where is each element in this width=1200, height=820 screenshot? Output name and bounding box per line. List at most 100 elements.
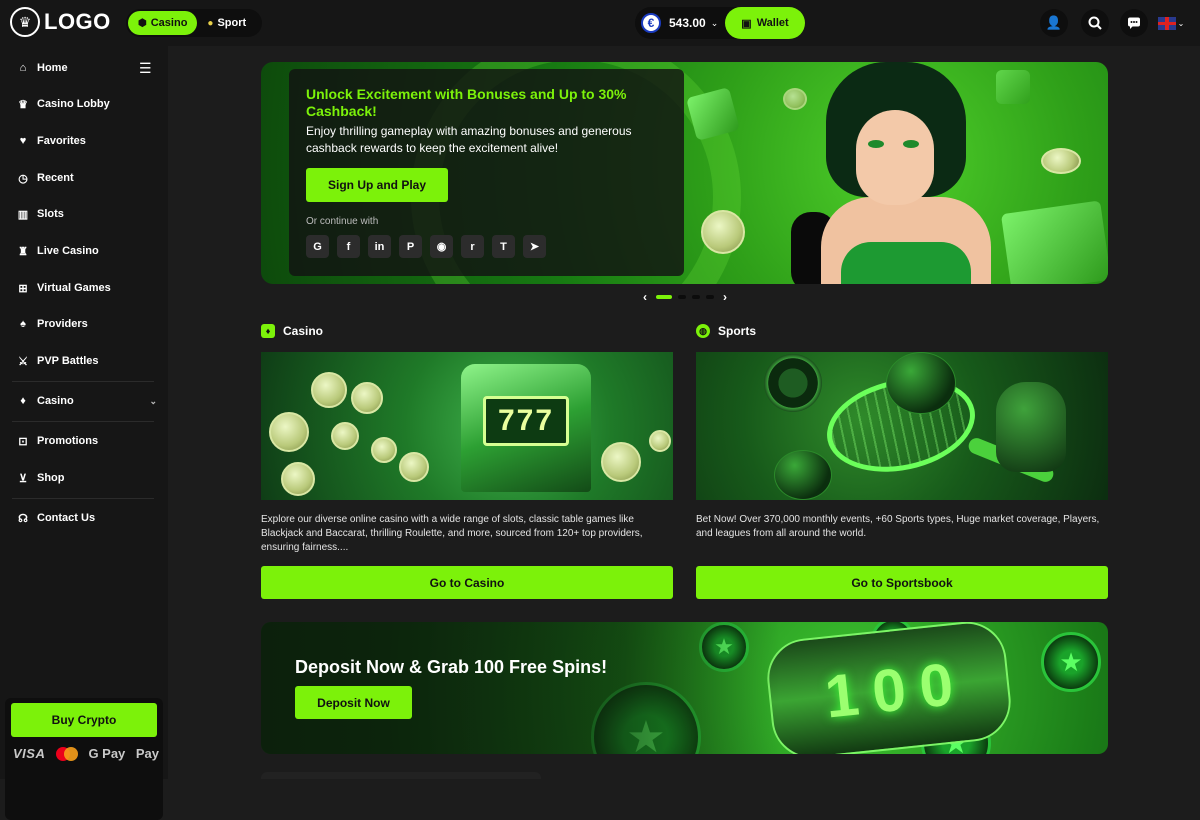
carousel-dot[interactable] bbox=[656, 295, 672, 299]
language-selector[interactable]: ⌄ bbox=[1156, 9, 1186, 37]
search-icon[interactable] bbox=[1081, 9, 1109, 37]
carousel-dot[interactable] bbox=[678, 295, 686, 299]
go-to-casino-button[interactable]: Go to Casino bbox=[261, 566, 673, 599]
toggle-sport[interactable]: ● Sport bbox=[197, 11, 256, 35]
hero-subtitle: Enjoy thrilling gameplay with amazing bo… bbox=[306, 124, 632, 155]
sidebar-item-label: Slots bbox=[37, 208, 64, 220]
coin-image bbox=[311, 372, 347, 408]
coin-image bbox=[351, 382, 383, 414]
sidebar-item-contact-us[interactable]: ☊ Contact Us bbox=[17, 508, 157, 528]
divider bbox=[12, 498, 154, 499]
chevron-down-icon: ⌄ bbox=[149, 395, 157, 406]
ball-image bbox=[774, 450, 832, 500]
slot-reel-image: 1 0 0 bbox=[763, 622, 1015, 754]
top-bar: ♛ LOGO ⬢ Casino ● Sport € 543.00 ⌄ ▣ Wal… bbox=[0, 0, 1200, 46]
sidebar-item-slots[interactable]: ▥ Slots bbox=[17, 204, 157, 224]
buy-crypto-button[interactable]: Buy Crypto bbox=[11, 703, 157, 737]
continue-with-label: Or continue with bbox=[306, 216, 379, 227]
soccer-ball-image bbox=[886, 352, 956, 414]
sidebar-item-label: Casino Lobby bbox=[37, 98, 110, 110]
sidebar-item-label: Favorites bbox=[37, 135, 86, 147]
character-dress bbox=[841, 242, 971, 284]
toggle-casino-label: Casino bbox=[150, 17, 188, 29]
deposit-now-button[interactable]: Deposit Now bbox=[295, 686, 412, 719]
chevron-right-icon[interactable]: › bbox=[720, 290, 730, 304]
headset-icon: ☊ bbox=[18, 512, 28, 525]
chevron-left-icon[interactable]: ‹ bbox=[640, 290, 650, 304]
sidebar-item-virtual-games[interactable]: ⊞ Virtual Games bbox=[17, 278, 157, 298]
google-pay-logo: G Pay bbox=[88, 746, 126, 761]
sidebar-item-casino-group[interactable]: ♦ Casino ⌄ bbox=[17, 391, 157, 411]
sidebar-item-label: Contact Us bbox=[37, 512, 96, 524]
mastercard-logo-icon bbox=[55, 746, 78, 761]
boxing-glove-image bbox=[996, 382, 1066, 472]
toggle-casino[interactable]: ⬢ Casino bbox=[128, 11, 198, 35]
casino-description: Explore our diverse online casino with a… bbox=[261, 514, 643, 553]
character-eye bbox=[903, 140, 919, 148]
sidebar-item-favorites[interactable]: ♥ Favorites bbox=[17, 131, 157, 151]
reel-digit: 1 bbox=[821, 659, 862, 731]
balance-amount[interactable]: 543.00 bbox=[669, 16, 706, 30]
star-coin-icon: ★ bbox=[1041, 632, 1101, 692]
reel-digit: 0 bbox=[868, 654, 910, 726]
sports-promo-image[interactable] bbox=[696, 352, 1108, 500]
facebook-icon[interactable]: f bbox=[337, 235, 360, 258]
sidebar-item-label: Casino bbox=[37, 395, 74, 407]
reddit-icon[interactable]: r bbox=[461, 235, 484, 258]
casino-section-heading: ♦ Casino bbox=[261, 324, 323, 338]
carousel-dot[interactable] bbox=[692, 295, 700, 299]
hero-title: Unlock Excitement with Bonuses and Up to… bbox=[306, 86, 627, 119]
apple-pay-logo: Pay bbox=[135, 746, 159, 761]
balance-box: € 543.00 ⌄ ▣ Wallet bbox=[635, 7, 805, 39]
sidebar-item-live-casino[interactable]: ♜ Live Casino bbox=[17, 241, 157, 261]
coin-image bbox=[649, 430, 671, 452]
sidebar-item-casino-lobby[interactable]: ♛ Casino Lobby bbox=[17, 94, 157, 114]
sidebar-item-label: Virtual Games bbox=[37, 282, 111, 294]
chevron-down-icon[interactable]: ⌄ bbox=[711, 18, 719, 29]
sidebar-item-providers[interactable]: ♠ Providers bbox=[17, 314, 157, 334]
sports-section-heading: ◍ Sports bbox=[696, 324, 756, 338]
sign-up-button[interactable]: Sign Up and Play bbox=[306, 168, 448, 202]
dice-icon: ⬢ bbox=[138, 17, 147, 29]
twitch-icon[interactable]: T bbox=[492, 235, 515, 258]
cart-icon: ⊻ bbox=[18, 472, 28, 485]
user-icon[interactable]: 👤 bbox=[1040, 9, 1068, 37]
coin-image bbox=[399, 452, 429, 482]
deposit-banner: ★ ★ ★ ★ ★ 1 0 0 Deposit Now & Grab 100 F… bbox=[261, 622, 1108, 754]
coin-image bbox=[601, 442, 641, 482]
sidebar-item-label: Live Casino bbox=[37, 245, 99, 257]
cards-icon: ♦ bbox=[261, 324, 275, 338]
crown-logo-icon: ♛ bbox=[10, 7, 40, 37]
sidebar-item-shop[interactable]: ⊻ Shop bbox=[17, 468, 157, 488]
google-icon[interactable]: G bbox=[306, 235, 329, 258]
toggle-sport-label: Sport bbox=[217, 17, 247, 29]
sidebar-item-promotions[interactable]: ⊡ Promotions bbox=[17, 431, 157, 451]
chat-icon[interactable] bbox=[1120, 9, 1148, 37]
discord-icon[interactable]: ◉ bbox=[430, 235, 453, 258]
sidebar-item-pvp-battles[interactable]: ⚔ PVP Battles bbox=[17, 351, 157, 371]
chevron-down-icon: ⌄ bbox=[1177, 18, 1185, 28]
buy-crypto-panel: Buy Crypto VISA G Pay Pay bbox=[5, 698, 163, 820]
sidebar-item-recent[interactable]: ◷ Recent bbox=[17, 168, 157, 188]
heart-icon: ♥ bbox=[19, 135, 27, 147]
dealer-icon: ♜ bbox=[18, 245, 28, 258]
cards-icon: ♦ bbox=[20, 395, 26, 407]
swords-icon: ⚔ bbox=[18, 355, 28, 368]
wallet-button[interactable]: ▣ Wallet bbox=[725, 7, 805, 39]
linkedin-icon[interactable]: in bbox=[368, 235, 391, 258]
carousel-dot[interactable] bbox=[706, 295, 714, 299]
site-logo[interactable]: ♛ LOGO bbox=[10, 7, 111, 37]
sidebar: ☰ ⌂ Home ♛ Casino Lobby ♥ Favorites ◷ Re… bbox=[0, 46, 168, 820]
sidebar-item-label: Shop bbox=[37, 472, 65, 484]
go-to-sportsbook-button[interactable]: Go to Sportsbook bbox=[696, 566, 1108, 599]
coin-image bbox=[331, 422, 359, 450]
casino-promo-image[interactable]: 777 bbox=[261, 352, 673, 500]
telegram-icon[interactable]: ➤ bbox=[523, 235, 546, 258]
patreon-icon[interactable]: P bbox=[399, 235, 422, 258]
basketball-icon: ◍ bbox=[696, 324, 710, 338]
sidebar-item-home[interactable]: ⌂ Home bbox=[17, 58, 157, 78]
slot-machine-image: 777 bbox=[461, 364, 591, 492]
divider bbox=[12, 381, 154, 382]
visa-logo: VISA bbox=[13, 746, 46, 761]
sports-description: Bet Now! Over 370,000 monthly events, +6… bbox=[696, 514, 1100, 539]
